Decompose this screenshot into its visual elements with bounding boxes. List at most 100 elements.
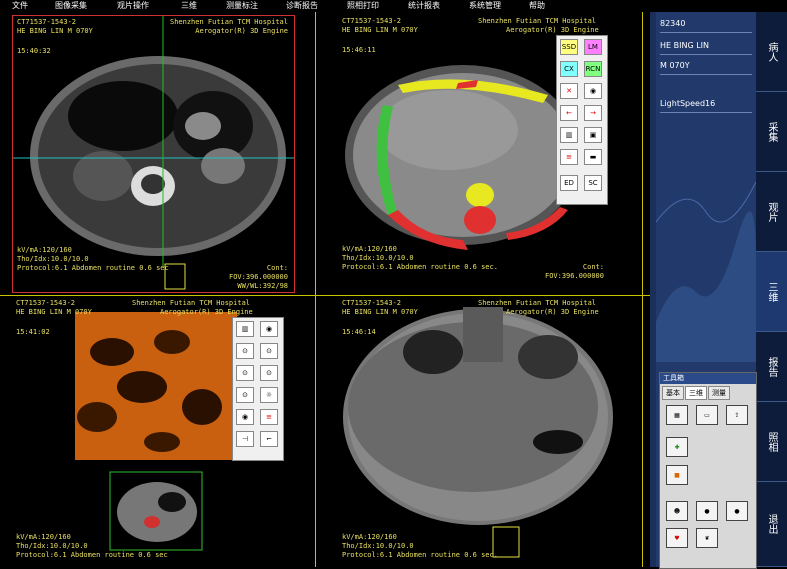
menu-view-ops[interactable]: 观片操作 [117, 0, 149, 12]
patient-info: HE BING LIN M 070Y [342, 26, 418, 34]
protocol: Protocol:6.1 Abdomen routine 0.6 sec [16, 551, 168, 559]
patient-id: 82340 [660, 16, 752, 33]
engine-name: Aerogator(R) 3D Engine [506, 308, 599, 316]
save-icon[interactable]: ▣ [584, 127, 602, 143]
rcn-button[interactable]: RCN [584, 61, 602, 77]
viewport-divider-horizontal [0, 295, 650, 296]
thickness-index: Tho/Idx:10.0/10.0 [342, 542, 414, 550]
export-icon[interactable]: ⇪ [726, 405, 748, 425]
contrast: Cont: [582, 263, 604, 271]
kv-ma: kV/mA:120/160 [17, 246, 72, 254]
series-id: CT71537-1543-2 [17, 18, 77, 26]
thickness-index: Tho/Idx:10.0/10.0 [16, 542, 88, 550]
tab-exit[interactable]: 退出 [756, 482, 787, 567]
image-viewer: CT71537-1543-2 HE BING LIN M 070Y 15:40:… [0, 12, 650, 567]
menu-print[interactable]: 照相打印 [347, 0, 379, 12]
tab-3d[interactable]: 三维 [756, 252, 787, 332]
viewport-top-right[interactable]: CT71537-1543-2 HE BING LIN M 070Y 15:46:… [338, 15, 618, 293]
contrast: Cont: [266, 264, 288, 272]
ssd-button[interactable]: SSD [560, 39, 578, 55]
segment-icon[interactable]: ◉ [236, 409, 254, 425]
mip-icon[interactable]: ● [726, 501, 748, 521]
patient-info: HE BING LIN M 070Y [16, 308, 92, 316]
circle-target-icon[interactable]: ⊙ [236, 365, 254, 381]
sc-button[interactable]: SC [584, 175, 602, 191]
side-nav: 病人 采集 观片 三维 报告 照相 退出 [756, 12, 787, 567]
scanner-model: LightSpeed16 [660, 96, 752, 113]
viewport-bottom-left[interactable]: CT71537-1543-2 HE BING LIN M 070Y 15:41:… [12, 297, 295, 567]
engine-name: Aerogator(R) 3D Engine [160, 308, 253, 316]
sun-icon[interactable]: ☼ [260, 387, 278, 403]
minip-icon[interactable]: ● [696, 501, 718, 521]
folder-icon[interactable]: ▭ [696, 405, 718, 425]
delete-icon[interactable]: ✕ [560, 83, 578, 99]
segment-tool-palette: SSD LM CX RCN ✕ ◉ ← → ▥ ▣ ≡ ▬ ED SC [556, 35, 608, 205]
viewport-divider-right [642, 12, 643, 567]
segment-icon[interactable]: ◉ [584, 83, 602, 99]
line-icon[interactable]: ▬ [584, 149, 602, 165]
skull-icon[interactable]: ☻ [666, 501, 688, 521]
tab-view[interactable]: 观片 [756, 172, 787, 252]
decorative-background [656, 181, 756, 362]
menu-file[interactable]: 文件 [12, 0, 28, 12]
cx-button[interactable]: CX [560, 61, 578, 77]
volume-icon[interactable]: ■ [666, 465, 688, 485]
tab-basic[interactable]: 基本 [662, 386, 684, 400]
circle-target-icon[interactable]: ⊙ [260, 343, 278, 359]
menu-report[interactable]: 诊断报告 [286, 0, 318, 12]
circle-target-icon[interactable]: ⊙ [236, 387, 254, 403]
menu-system[interactable]: 系统管理 [469, 0, 501, 12]
viewport-bottom-right[interactable]: CT71537-1543-2 HE BING LIN M 070Y 15:46:… [338, 297, 618, 567]
patient-info: HE BING LIN M 070Y [342, 308, 418, 316]
menu-image-acquire[interactable]: 图像采集 [55, 0, 87, 12]
heart-icon[interactable]: ♥ [666, 528, 688, 548]
viewport-divider-vertical [315, 12, 316, 567]
book-icon[interactable]: ▥ [560, 127, 578, 143]
thickness-index: Tho/Idx:10.0/10.0 [342, 254, 414, 262]
thickness-index: Tho/Idx:10.0/10.0 [17, 255, 89, 263]
cube-icon[interactable]: ▦ [666, 405, 688, 425]
book-icon[interactable]: ▥ [236, 321, 254, 337]
crop-icon[interactable]: ⌐ [260, 431, 278, 447]
segment-icon[interactable]: ◉ [260, 321, 278, 337]
menu-help[interactable]: 帮助 [529, 0, 545, 12]
tab-report[interactable]: 报告 [756, 332, 787, 402]
render-tool-palette: ▥ ◉ ⊙ ⊙ ⊙ ⊙ ⊙ ☼ ◉ ≡ ⊣ ⌐ [232, 317, 284, 461]
kv-ma: kV/mA:120/160 [342, 245, 397, 253]
menu-measure[interactable]: 测量标注 [226, 0, 258, 12]
tab-acquire[interactable]: 采集 [756, 92, 787, 172]
circle-target-icon[interactable]: ⊙ [236, 343, 254, 359]
protocol: Protocol:6.1 Abdomen routine 0.6 sec. [342, 263, 498, 271]
toolbox-window: 工具箱 基本 三维 测量 ▦ ▭ ⇪ ✚ ■ ☻ ● ● ♥ ❦ [659, 372, 757, 569]
menu-3d[interactable]: 三维 [181, 0, 197, 12]
series-id: CT71537-1543-2 [342, 299, 402, 307]
color-bar-icon[interactable]: ≡ [260, 409, 278, 425]
kv-ma: kV/mA:120/160 [342, 533, 397, 541]
ed-button[interactable]: ED [560, 175, 578, 191]
engine-name: Aerogator(R) 3D Engine [195, 27, 288, 35]
tab-3d[interactable]: 三维 [685, 386, 707, 400]
patient-info: HE BING LIN M 070Y [17, 27, 93, 35]
arrow-right-icon[interactable]: → [584, 105, 602, 121]
protocol: Protocol:6.1 Abdomen routine 0.6 sec [17, 264, 169, 272]
tab-patient[interactable]: 病人 [756, 12, 787, 92]
viewport-top-left[interactable]: CT71537-1543-2 HE BING LIN M 070Y 15:40:… [12, 15, 295, 293]
lung-icon[interactable]: ❦ [696, 528, 718, 548]
color-bar-icon[interactable]: ≡ [560, 149, 578, 165]
tab-photo[interactable]: 照相 [756, 402, 787, 482]
menu-stats[interactable]: 统计报表 [408, 0, 440, 12]
mpr-icon[interactable]: ✚ [666, 437, 688, 457]
side-panel: 82340 HE BING LIN M 070Y LightSpeed16 病人… [650, 12, 787, 569]
lm-button[interactable]: LM [584, 39, 602, 55]
engine-name: Aerogator(R) 3D Engine [506, 26, 599, 34]
toolbox-tabs: 基本 三维 测量 [660, 384, 756, 400]
tab-measure[interactable]: 测量 [708, 386, 730, 400]
menu-bar: 文件 图像采集 观片操作 三维 测量标注 诊断报告 照相打印 统计报表 系统管理… [0, 0, 787, 12]
fov: FOV:396.000000 [228, 273, 288, 281]
arrow-left-icon[interactable]: ← [560, 105, 578, 121]
hospital-name: Shenzhen Futian TCM Hospital [132, 299, 251, 307]
window-level: WW/WL:392/98 [237, 282, 288, 290]
circle-target-icon[interactable]: ⊙ [260, 365, 278, 381]
protocol: Protocol:6.1 Abdomen routine 0.6 sec. [342, 551, 498, 559]
split-icon[interactable]: ⊣ [236, 431, 254, 447]
